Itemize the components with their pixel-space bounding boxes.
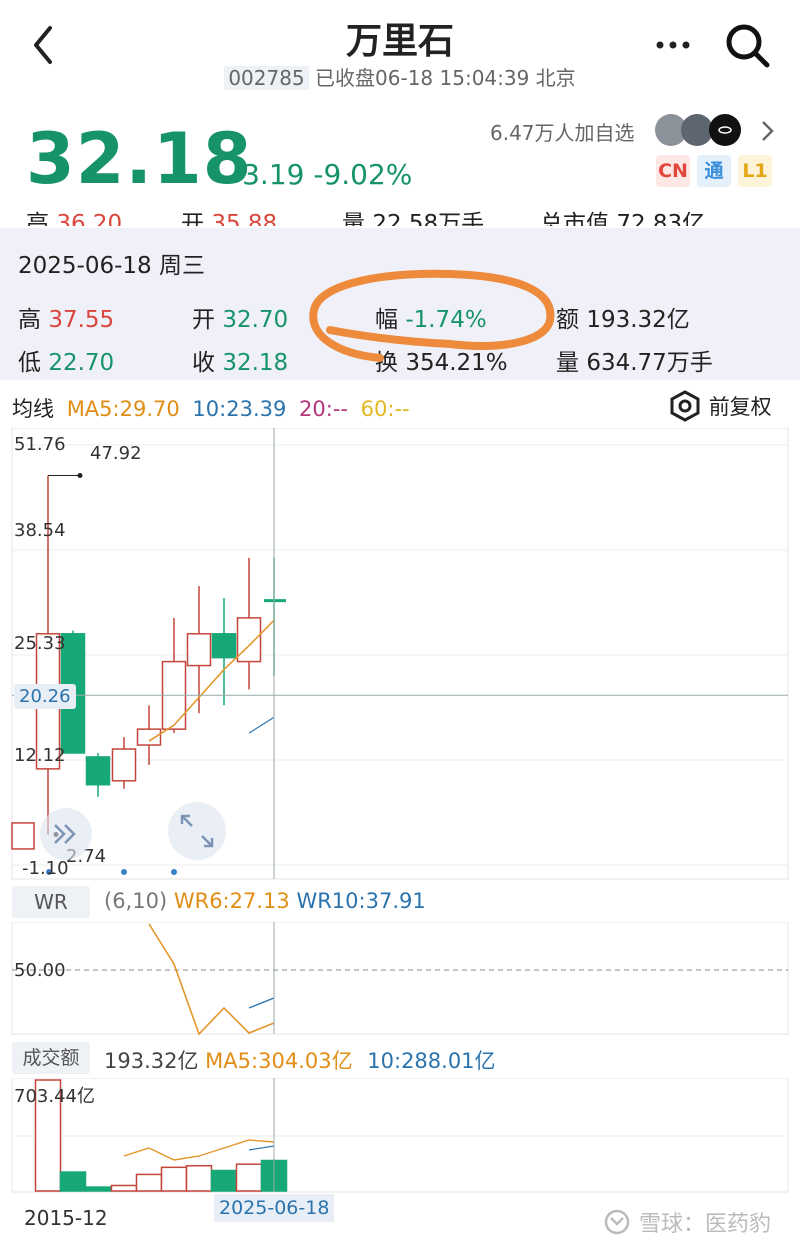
y-label-4: 12.12 [14,745,66,766]
settings-hexagon-icon [670,390,700,422]
wr-values: (6,10) WR6:27.13 WR10:37.91 [104,889,426,913]
kline-chart[interactable] [0,428,800,880]
change-value: -3.19 [232,158,305,191]
crosshair-price-tag: 20.26 [14,684,76,709]
scroll-right-button[interactable] [40,808,92,860]
watermark-text: 雪球：医药豹 [639,1212,772,1237]
event-dot [121,869,127,875]
ma10-line [248,716,275,734]
detail-volume: 量 634.77万手 [556,350,713,376]
amount-tab[interactable]: 成交额 [12,1042,90,1074]
candle-body [211,633,237,659]
price-change: -3.19 -9.02% [232,158,412,191]
current-price: 32.18 [26,118,253,200]
watermark: 雪球：医药豹 [602,1206,771,1238]
high-marker-dot [77,473,83,479]
amount-value: 193.32亿 [104,1049,199,1073]
follower-avatars[interactable] [654,112,750,148]
y-label-2: 38.54 [14,520,66,541]
double-chevron-right-icon [54,824,76,844]
candle-body [136,728,162,746]
avatar [709,114,741,146]
amount-bar [185,1165,213,1192]
wr-level-label: 50.00 [14,960,66,981]
detail-low: 低 22.70 [18,350,115,376]
adjust-setting-button[interactable]: 前复权 [668,390,772,422]
candle-body [186,633,212,667]
amount-ma10-line [248,1145,275,1151]
stats-row-partial: 高 36.20 开 35.88 量 22.58万手 总市值 72.83亿 [26,211,706,226]
followers-count: 6.47万人加自选 [490,121,635,145]
change-percent: -9.02% [313,158,413,191]
cursor-date-label: 2025-06-18 [214,1194,335,1222]
detail-open: 开 32.70 [192,307,289,333]
amount-bar [135,1173,163,1192]
ma-bar: 均线 MA5:29.70 10:23.39 20:-- 60:-- [12,393,410,423]
high-price-marker: 47.92 [90,443,142,464]
detail-date: 2025-06-18 周三 [18,253,205,279]
search-icon[interactable] [722,20,772,70]
wr-params: (6,10) [104,889,168,913]
amount-bar [59,1171,87,1192]
badge-tong: 通 [697,155,731,187]
more-icon[interactable] [654,28,694,58]
event-dot [171,869,177,875]
amount-values: 193.32亿 MA5:304.03亿 10:288.01亿 [104,1045,496,1075]
amount-max-label: 703.44亿 [14,1086,95,1107]
chevron-right-icon[interactable] [758,118,778,144]
wr6-value: WR6:27.13 [173,889,290,913]
expand-icon [180,814,214,848]
wr-tab[interactable]: WR [12,886,90,918]
wr-chart[interactable] [0,922,800,1036]
amount-ma5: MA5:304.03亿 [205,1049,353,1073]
detail-amount: 额 193.32亿 [556,307,690,333]
y-label-min: -1.10 [22,858,69,879]
market-status: 已收盘06-18 15:04:39 北京 [315,66,576,90]
ma20-value: 20:-- [299,397,348,421]
fullscreen-button[interactable] [168,802,226,860]
adjust-label: 前复权 [708,395,772,419]
badge-cn: CN [656,155,690,187]
avatar [681,114,713,146]
wr6-line [148,923,275,1036]
detail-close: 收 32.18 [192,350,289,376]
badge-l1: L1 [738,155,772,187]
candle-body [11,822,35,850]
wr10-line [248,997,275,1009]
amount-bar [235,1163,263,1192]
chart-frame [11,922,789,1035]
ma5-value: MA5:29.70 [66,397,180,421]
amount-bar [110,1184,138,1192]
amount-ma10: 10:288.01亿 [367,1049,496,1073]
ma10-value: 10:23.39 [192,397,287,421]
hand-drawn-circle-annotation [309,269,555,362]
chart-frame [11,428,789,880]
detail-high: 高 37.55 [18,307,115,333]
start-date-label: 2015-12 [24,1206,108,1230]
amount-chart[interactable] [0,1078,800,1194]
chart-frame [11,1078,789,1193]
candle-body [236,617,262,663]
ma-label: 均线 [12,397,54,421]
stock-code: 002785 [224,66,309,90]
amount-bar [160,1166,188,1192]
stock-status-line: 002785 已收盘06-18 15:04:39 北京 [0,62,800,91]
amount-bar [210,1169,238,1192]
y-label-max: 51.76 [14,434,66,455]
ma60-value: 60:-- [360,397,410,421]
xueqiu-logo-icon [604,1209,630,1235]
wr10-value: WR10:37.91 [296,889,426,913]
y-label-3: 25.33 [14,633,66,654]
amount-bar [84,1186,112,1192]
candle-body [111,748,137,782]
candle-body [85,756,111,786]
